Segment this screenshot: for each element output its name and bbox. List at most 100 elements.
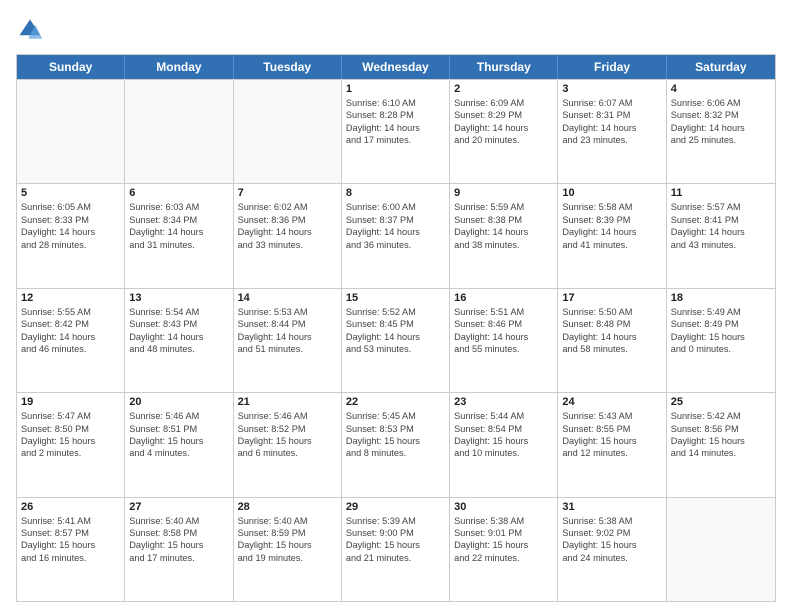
cell-text: Sunset: 8:59 PM [238,527,337,539]
header-day-monday: Monday [125,55,233,79]
cell-text: Sunset: 8:34 PM [129,214,228,226]
cell-text: and 19 minutes. [238,552,337,564]
cell-text: and 46 minutes. [21,343,120,355]
cell-text: Sunset: 8:31 PM [562,109,661,121]
cell-text: Sunrise: 5:46 AM [238,410,337,422]
cell-text: and 21 minutes. [346,552,445,564]
cell-text: Sunset: 8:28 PM [346,109,445,121]
cell-text: Daylight: 14 hours [671,122,771,134]
calendar-cell: 7Sunrise: 6:02 AMSunset: 8:36 PMDaylight… [234,184,342,287]
cell-text: Sunrise: 6:05 AM [21,201,120,213]
cell-text: Sunset: 8:58 PM [129,527,228,539]
cell-text: Sunset: 8:57 PM [21,527,120,539]
cell-text: Sunset: 9:01 PM [454,527,553,539]
cell-text: Sunrise: 5:38 AM [454,515,553,527]
cell-text: Sunset: 8:49 PM [671,318,771,330]
calendar-cell: 10Sunrise: 5:58 AMSunset: 8:39 PMDayligh… [558,184,666,287]
cell-text: Daylight: 14 hours [454,331,553,343]
day-number: 19 [21,396,120,408]
calendar-cell: 26Sunrise: 5:41 AMSunset: 8:57 PMDayligh… [17,498,125,601]
cell-text: Daylight: 14 hours [562,226,661,238]
cell-text: Sunset: 8:38 PM [454,214,553,226]
calendar-cell: 20Sunrise: 5:46 AMSunset: 8:51 PMDayligh… [125,393,233,496]
cell-text: and 8 minutes. [346,447,445,459]
cell-text: Sunset: 8:32 PM [671,109,771,121]
cell-text: Sunrise: 5:39 AM [346,515,445,527]
cell-text: Sunset: 8:45 PM [346,318,445,330]
cell-text: Sunrise: 5:58 AM [562,201,661,213]
page: SundayMondayTuesdayWednesdayThursdayFrid… [0,0,792,612]
day-number: 8 [346,187,445,199]
cell-text: Daylight: 14 hours [238,226,337,238]
day-number: 3 [562,83,661,95]
cell-text: Sunrise: 5:46 AM [129,410,228,422]
cell-text: Sunset: 8:56 PM [671,423,771,435]
cell-text: Sunrise: 6:03 AM [129,201,228,213]
cell-text: Daylight: 14 hours [562,331,661,343]
cell-text: Daylight: 15 hours [238,435,337,447]
cell-text: Sunrise: 5:43 AM [562,410,661,422]
cell-text: and 17 minutes. [129,552,228,564]
day-number: 31 [562,501,661,513]
calendar-row-3: 19Sunrise: 5:47 AMSunset: 8:50 PMDayligh… [17,392,775,496]
cell-text: Sunset: 8:46 PM [454,318,553,330]
cell-text: and 10 minutes. [454,447,553,459]
cell-text: and 36 minutes. [346,239,445,251]
cell-text: Daylight: 14 hours [129,331,228,343]
cell-text: Sunrise: 5:40 AM [238,515,337,527]
day-number: 18 [671,292,771,304]
cell-text: Sunrise: 5:49 AM [671,306,771,318]
cell-text: Daylight: 14 hours [346,122,445,134]
calendar-header: SundayMondayTuesdayWednesdayThursdayFrid… [17,55,775,79]
calendar-row-4: 26Sunrise: 5:41 AMSunset: 8:57 PMDayligh… [17,497,775,601]
calendar-cell: 13Sunrise: 5:54 AMSunset: 8:43 PMDayligh… [125,289,233,392]
day-number: 21 [238,396,337,408]
cell-text: and 58 minutes. [562,343,661,355]
cell-text: Sunrise: 5:55 AM [21,306,120,318]
day-number: 29 [346,501,445,513]
logo-icon [16,16,44,44]
calendar-cell [125,80,233,183]
cell-text: Sunset: 8:48 PM [562,318,661,330]
day-number: 6 [129,187,228,199]
cell-text: Sunrise: 6:09 AM [454,97,553,109]
calendar-row-2: 12Sunrise: 5:55 AMSunset: 8:42 PMDayligh… [17,288,775,392]
calendar-cell: 31Sunrise: 5:38 AMSunset: 9:02 PMDayligh… [558,498,666,601]
cell-text: and 0 minutes. [671,343,771,355]
cell-text: and 38 minutes. [454,239,553,251]
calendar-cell: 17Sunrise: 5:50 AMSunset: 8:48 PMDayligh… [558,289,666,392]
cell-text: Sunrise: 5:44 AM [454,410,553,422]
cell-text: Sunset: 8:37 PM [346,214,445,226]
calendar-cell: 5Sunrise: 6:05 AMSunset: 8:33 PMDaylight… [17,184,125,287]
calendar-cell: 11Sunrise: 5:57 AMSunset: 8:41 PMDayligh… [667,184,775,287]
cell-text: Sunrise: 6:06 AM [671,97,771,109]
cell-text: Daylight: 15 hours [129,539,228,551]
calendar-cell: 23Sunrise: 5:44 AMSunset: 8:54 PMDayligh… [450,393,558,496]
header-day-thursday: Thursday [450,55,558,79]
cell-text: Sunrise: 6:00 AM [346,201,445,213]
cell-text: and 20 minutes. [454,134,553,146]
calendar-cell: 4Sunrise: 6:06 AMSunset: 8:32 PMDaylight… [667,80,775,183]
cell-text: Sunrise: 5:38 AM [562,515,661,527]
cell-text: Sunrise: 5:53 AM [238,306,337,318]
cell-text: Sunset: 8:52 PM [238,423,337,435]
cell-text: Sunset: 8:43 PM [129,318,228,330]
cell-text: Sunrise: 5:41 AM [21,515,120,527]
cell-text: Daylight: 14 hours [454,226,553,238]
day-number: 12 [21,292,120,304]
cell-text: Sunrise: 5:42 AM [671,410,771,422]
cell-text: and 14 minutes. [671,447,771,459]
calendar-cell: 19Sunrise: 5:47 AMSunset: 8:50 PMDayligh… [17,393,125,496]
cell-text: Daylight: 15 hours [671,331,771,343]
cell-text: and 16 minutes. [21,552,120,564]
cell-text: Daylight: 14 hours [671,226,771,238]
calendar-cell: 29Sunrise: 5:39 AMSunset: 9:00 PMDayligh… [342,498,450,601]
cell-text: and 24 minutes. [562,552,661,564]
cell-text: Sunrise: 5:47 AM [21,410,120,422]
calendar-body: 1Sunrise: 6:10 AMSunset: 8:28 PMDaylight… [17,79,775,601]
calendar-cell: 12Sunrise: 5:55 AMSunset: 8:42 PMDayligh… [17,289,125,392]
cell-text: and 55 minutes. [454,343,553,355]
day-number: 11 [671,187,771,199]
logo [16,16,48,44]
cell-text: Sunrise: 5:45 AM [346,410,445,422]
